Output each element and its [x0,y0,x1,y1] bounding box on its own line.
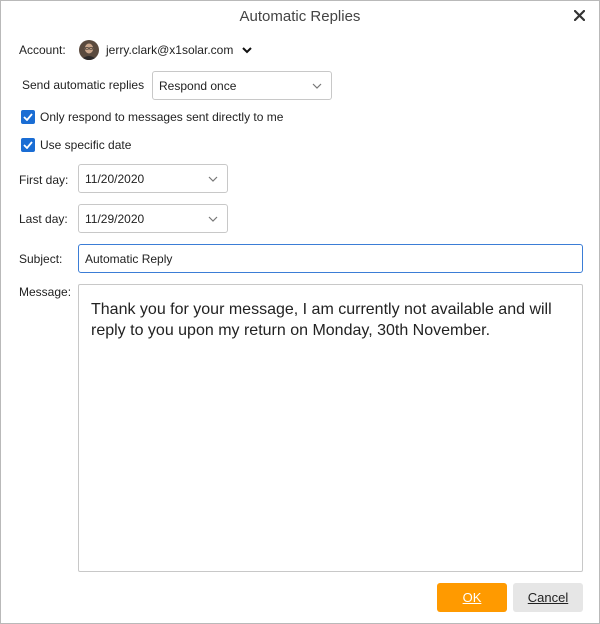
send-replies-label: Send automatic replies [22,78,145,92]
only-direct-checkbox[interactable]: Only respond to messages sent directly t… [21,110,283,124]
subject-input[interactable]: Automatic Reply [78,244,583,273]
subject-label: Subject: [19,252,63,266]
first-day-label: First day: [19,173,69,187]
chevron-down-icon [202,176,224,182]
account-label: Account: [19,43,66,57]
cancel-button[interactable]: Cancel [513,583,583,612]
specific-date-checkbox[interactable]: Use specific date [21,138,131,152]
message-textarea[interactable]: Thank you for your message, I am current… [78,284,583,572]
checkmark-icon [21,110,35,124]
dialog-title: Automatic Replies [239,8,361,25]
account-email: jerry.clark@x1solar.com [106,43,234,57]
last-day-picker[interactable]: 11/29/2020 [78,204,228,233]
chevron-down-icon [242,46,253,54]
specific-date-label: Use specific date [40,138,132,152]
last-day-value: 11/29/2020 [85,211,145,226]
only-direct-label: Only respond to messages sent directly t… [40,110,284,124]
first-day-value: 11/20/2020 [85,171,145,186]
close-icon [573,9,585,21]
avatar [79,40,99,60]
close-button[interactable] [571,7,587,23]
message-label: Message: [19,285,72,299]
automatic-replies-dialog: Automatic Replies Account: jerry.clark@x… [0,0,600,624]
account-selector[interactable]: jerry.clark@x1solar.com [79,40,253,60]
send-replies-value: Respond once [159,78,237,93]
ok-button-label: OK [462,590,482,605]
send-replies-dropdown[interactable]: Respond once [152,71,332,100]
checkmark-icon [21,138,35,152]
chevron-down-icon [306,83,328,89]
last-day-label: Last day: [19,212,68,226]
first-day-picker[interactable]: 11/20/2020 [78,164,228,193]
cancel-button-label: Cancel [527,590,569,605]
ok-button[interactable]: OK [437,583,507,612]
chevron-down-icon [202,216,224,222]
